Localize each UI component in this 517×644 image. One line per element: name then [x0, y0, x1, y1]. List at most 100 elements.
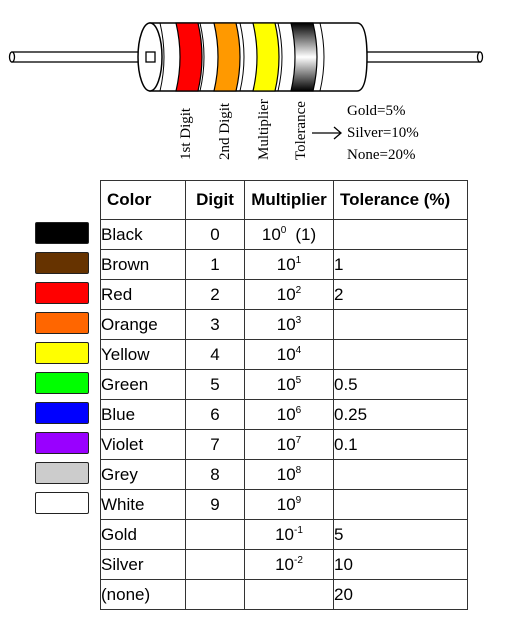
tolerance-cell	[333, 219, 468, 250]
multiplier-exponent: 3	[295, 314, 302, 326]
digit-cell: 7	[185, 429, 245, 460]
table-row: Brown 1 101 1	[100, 249, 468, 280]
tolerance-cell: 0.1	[333, 429, 468, 460]
tolerance-cell: 1	[333, 249, 468, 280]
color-swatch-grey	[35, 462, 89, 484]
table-row: Black 0 100 (1)	[100, 219, 468, 250]
table-row: Green 5 105 0.5	[100, 369, 468, 400]
digit-cell: 5	[185, 369, 245, 400]
color-swatch-violet	[35, 432, 89, 454]
tolerance-note-silver: Silver=10%	[347, 125, 419, 141]
multiplier-cell: 10-2	[244, 549, 334, 580]
table-header-row: Color Digit Multiplier Tolerance (%)	[100, 180, 468, 220]
left-lead	[8, 51, 147, 63]
color-swatch-blue	[35, 402, 89, 424]
arrow-icon	[312, 126, 342, 140]
multiplier-exponent: 7	[295, 434, 302, 446]
multiplier-exponent: -2	[294, 554, 303, 566]
multiplier-exponent: 1	[295, 254, 302, 266]
table-row: Red 2 102 2	[100, 279, 468, 310]
color-swatch-green	[35, 372, 89, 394]
color-name-cell: Grey	[100, 459, 186, 490]
multiplier-cell: 100 (1)	[244, 219, 334, 250]
header-multiplier: Multiplier	[244, 180, 334, 220]
multiplier-exponent: 9	[295, 494, 302, 506]
table-row: Violet 7 107 0.1	[100, 429, 468, 460]
multiplier-base: 10	[276, 464, 296, 484]
multiplier-cell: 108	[244, 459, 334, 490]
multiplier-cell: 106	[244, 399, 334, 430]
multiplier-base: 10	[275, 524, 294, 544]
tolerance-cell	[333, 339, 468, 370]
table-row: White 9 109	[100, 489, 468, 520]
multiplier-exponent: 2	[295, 284, 302, 296]
digit-cell	[185, 549, 245, 580]
tolerance-cell: 2	[333, 279, 468, 310]
band-label-4: Tolerance	[293, 101, 309, 160]
tolerance-cell	[333, 309, 468, 340]
multiplier-cell: 101	[244, 249, 334, 280]
color-name-cell: Yellow	[100, 339, 186, 370]
tolerance-cell	[333, 459, 468, 490]
digit-cell: 2	[185, 279, 245, 310]
digit-cell: 6	[185, 399, 245, 430]
resistor-band-1	[175, 22, 203, 92]
multiplier-exponent: 8	[295, 464, 302, 476]
multiplier-exponent: 6	[295, 404, 302, 416]
multiplier-cell: 109	[244, 489, 334, 520]
multiplier-exponent: 5	[295, 374, 302, 386]
header-digit: Digit	[185, 180, 245, 220]
multiplier-base: 10	[276, 494, 296, 514]
color-name-cell: Green	[100, 369, 186, 400]
digit-cell: 9	[185, 489, 245, 520]
color-name-cell: Silver	[100, 549, 186, 580]
band-labels: 1st Digit 2nd Digit Multiplier Tolerance	[178, 99, 309, 160]
tolerance-cell: 0.5	[333, 369, 468, 400]
multiplier-value: (1)	[295, 224, 317, 244]
tolerance-cell: 5	[333, 519, 468, 550]
multiplier-cell: 107	[244, 429, 334, 460]
multiplier-exponent: 0	[280, 224, 287, 236]
digit-cell: 3	[185, 309, 245, 340]
color-name-cell: Red	[100, 279, 186, 310]
digit-cell	[185, 579, 245, 610]
multiplier-cell: 103	[244, 309, 334, 340]
table-row: Orange 3 103	[100, 309, 468, 340]
multiplier-exponent: 4	[295, 344, 302, 356]
multiplier-base: 10	[275, 554, 294, 574]
multiplier-base: 10	[276, 404, 296, 424]
multiplier-cell: 105	[244, 369, 334, 400]
color-swatch-brown	[35, 252, 89, 274]
table-row: (none) 20	[100, 579, 468, 610]
color-swatch-orange	[35, 312, 89, 334]
digit-cell: 8	[185, 459, 245, 490]
color-name-cell: Blue	[100, 399, 186, 430]
color-swatch-white	[35, 492, 89, 514]
resistor-band-4	[290, 22, 318, 92]
resistor-band-3	[252, 22, 280, 92]
color-name-cell: White	[100, 489, 186, 520]
multiplier-cell	[244, 579, 334, 610]
digit-cell: 1	[185, 249, 245, 280]
multiplier-base: 10	[276, 284, 296, 304]
table-row: Yellow 4 104	[100, 339, 468, 370]
color-swatch-red	[35, 282, 89, 304]
tolerance-note-none: None=20%	[347, 147, 416, 163]
right-lead	[363, 51, 484, 63]
color-name-cell: Gold	[100, 519, 186, 550]
digit-cell: 0	[185, 219, 245, 250]
band-label-3: Multiplier	[256, 99, 272, 160]
header-tolerance: Tolerance (%)	[333, 180, 468, 220]
multiplier-base: 10	[276, 254, 296, 274]
multiplier-cell: 102	[244, 279, 334, 310]
tolerance-cell: 10	[333, 549, 468, 580]
band-label-1: 1st Digit	[178, 107, 194, 160]
multiplier-cell: 10-1	[244, 519, 334, 550]
color-swatch-yellow	[35, 342, 89, 364]
color-swatch-black	[35, 222, 89, 244]
band-label-2: 2nd Digit	[217, 102, 233, 160]
color-code-table: Color Digit Multiplier Tolerance (%) Bla…	[100, 180, 468, 610]
tolerance-note-gold: Gold=5%	[347, 103, 406, 119]
table-row: Blue 6 106 0.25	[100, 399, 468, 430]
digit-cell	[185, 519, 245, 550]
